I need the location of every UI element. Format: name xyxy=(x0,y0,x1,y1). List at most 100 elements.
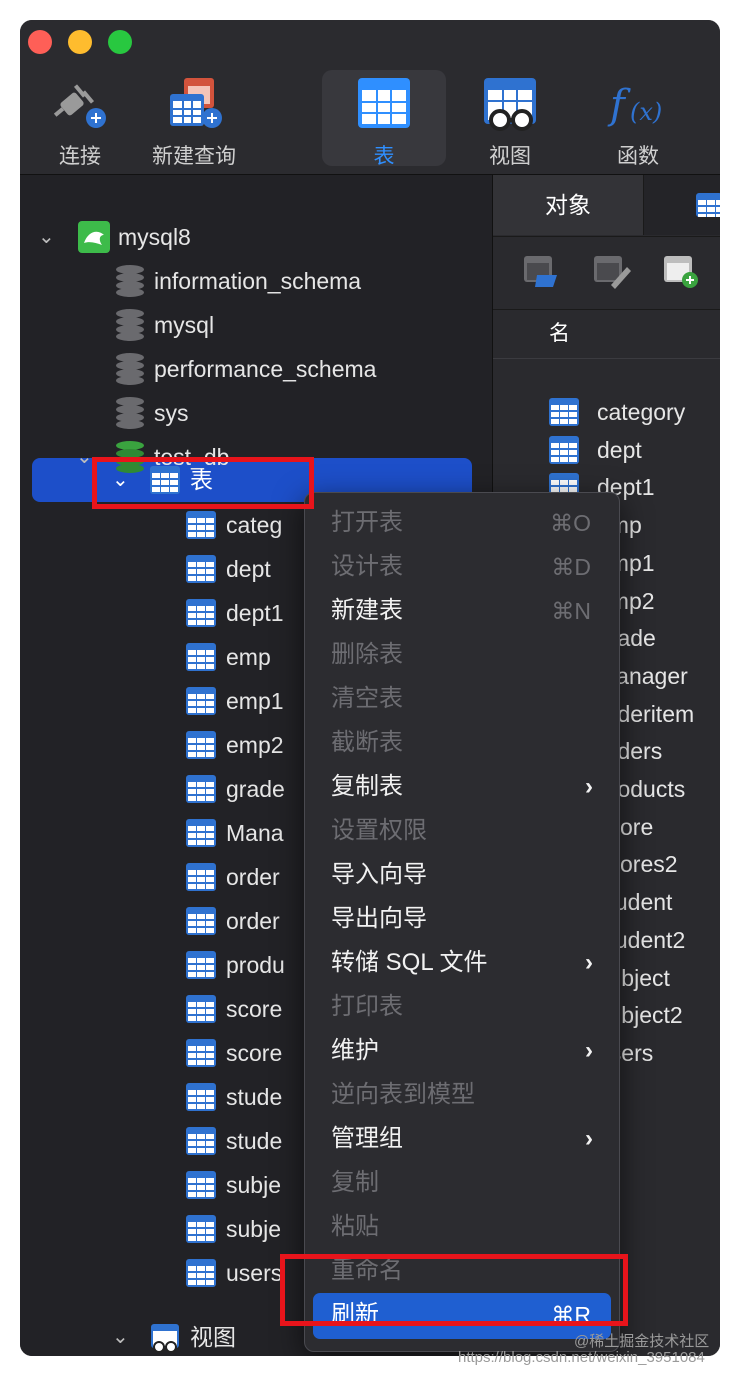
table-icon xyxy=(186,687,216,715)
menu-item[interactable]: 新建表 xyxy=(331,591,403,631)
tab-table-preview[interactable] xyxy=(644,175,720,235)
table-label: grade xyxy=(226,776,285,802)
chevron-right-icon: › xyxy=(585,1125,593,1152)
object-name: dept xyxy=(597,436,642,463)
menu-item: 粘贴 xyxy=(331,1213,379,1240)
database-icon xyxy=(116,353,144,385)
table-button[interactable]: 表 xyxy=(322,70,446,168)
chevron-down-icon: ⌄ xyxy=(76,446,93,468)
table-icon xyxy=(358,78,410,128)
open-table-icon[interactable] xyxy=(523,255,559,289)
menu-shortcut: ⌘O xyxy=(550,510,591,536)
table-icon xyxy=(186,555,216,583)
table-label: categ xyxy=(226,512,283,538)
menu-item: 删除表 xyxy=(331,641,403,668)
zoom-window-button[interactable] xyxy=(108,30,132,54)
database-icon xyxy=(116,265,144,297)
table-icon xyxy=(186,511,216,539)
view-button[interactable]: 视图 xyxy=(450,70,570,170)
menu-item[interactable]: 维护 xyxy=(331,1031,379,1071)
navicat-window: 连接 新建查询 表 视图 f (x) 函数 ⌄ mysql8 informati… xyxy=(20,20,720,1356)
minimize-window-button[interactable] xyxy=(68,30,92,54)
function-label: 函数 xyxy=(617,145,659,168)
mysql-connection-icon xyxy=(78,221,110,253)
object-name: category xyxy=(597,399,686,425)
table-icon xyxy=(549,435,579,464)
menu-item[interactable]: 复制表 xyxy=(331,767,403,807)
svg-text:f: f xyxy=(607,82,631,128)
connect-label: 连接 xyxy=(59,145,101,168)
chevron-right-icon: › xyxy=(585,773,593,800)
view-icon xyxy=(151,1324,179,1353)
table-icon xyxy=(186,643,216,671)
chevron-down-icon: ⌄ xyxy=(38,226,55,248)
table-label: order xyxy=(226,908,280,934)
table-icon xyxy=(186,995,216,1023)
view-label: 视图 xyxy=(489,145,531,168)
table-label: dept1 xyxy=(226,600,284,626)
table-icon xyxy=(186,1215,216,1243)
plug-icon xyxy=(53,84,106,128)
table-label: score xyxy=(226,996,283,1022)
connection-label: mysql8 xyxy=(118,224,191,250)
design-table-icon[interactable] xyxy=(593,255,633,289)
table-label: produ xyxy=(226,952,285,978)
table-label: stude xyxy=(226,1128,283,1154)
new-table-icon[interactable] xyxy=(663,255,699,289)
object-actions-bar xyxy=(493,236,720,310)
table-icon xyxy=(186,1039,216,1067)
table-icon xyxy=(186,907,216,935)
watermark-line1: @稀土掘金技术社区 xyxy=(574,1333,710,1350)
table-label: stude xyxy=(226,1084,283,1110)
database-label: sys xyxy=(154,400,189,426)
close-window-button[interactable] xyxy=(28,30,52,54)
table-icon xyxy=(186,1083,216,1111)
menu-shortcut: ⌘N xyxy=(551,598,591,624)
table-label: order xyxy=(226,864,280,890)
toolbar: 连接 新建查询 表 视图 f (x) 函数 xyxy=(20,20,720,175)
table-label: subje xyxy=(226,1172,281,1198)
column-header-name[interactable]: 名 xyxy=(493,309,720,359)
table-icon xyxy=(186,731,216,759)
database-icon xyxy=(116,397,144,429)
table-icon xyxy=(186,1171,216,1199)
context-menu: 打开表 ⌘O 设计表 ⌘D 新建表 ⌘N 删除表 清空表 截断表 复制表 › 设置权限 导入向导 导出向导… xyxy=(304,492,620,1352)
table-label: emp1 xyxy=(226,688,284,714)
menu-item[interactable]: 管理组 xyxy=(331,1119,403,1159)
chevron-down-icon: ⌄ xyxy=(112,1326,129,1348)
table-label: dept xyxy=(226,556,271,582)
menu-item[interactable]: 导出向导 xyxy=(331,899,427,939)
menu-item: 复制 xyxy=(331,1169,379,1196)
svg-text:(x): (x) xyxy=(630,98,662,126)
chevron-right-icon: › xyxy=(585,1037,593,1064)
tab-objects[interactable]: 对象 xyxy=(493,175,644,235)
table-label: subje xyxy=(226,1216,281,1242)
menu-item[interactable]: 导入向导 xyxy=(331,855,427,895)
table-icon xyxy=(186,863,216,891)
menu-item: 打开表 xyxy=(331,509,403,536)
database-label: performance_schema xyxy=(154,356,377,382)
table-icon xyxy=(696,193,720,217)
table-label: users xyxy=(226,1260,283,1286)
table-label: 表 xyxy=(373,145,395,168)
database-label: information_schema xyxy=(154,268,362,294)
connect-button[interactable]: 连接 xyxy=(20,70,140,170)
menu-item: 设计表 xyxy=(331,553,403,580)
database-label: mysql xyxy=(154,312,215,338)
table-icon xyxy=(186,819,216,847)
new-query-icon xyxy=(170,78,222,128)
new-query-button[interactable]: 新建查询 xyxy=(134,70,254,170)
menu-shortcut: ⌘D xyxy=(551,554,591,580)
menu-item[interactable]: 转储 SQL 文件 xyxy=(331,943,487,983)
table-icon xyxy=(186,775,216,803)
table-label: score xyxy=(226,1040,283,1066)
table-label: emp xyxy=(226,644,271,670)
function-icon: f (x) xyxy=(607,82,662,128)
menu-item: 逆向表到模型 xyxy=(331,1081,475,1108)
annotation-box-tables-group xyxy=(92,457,314,509)
function-button[interactable]: f (x) 函数 xyxy=(578,70,698,170)
table-icon xyxy=(186,599,216,627)
views-group-label: 视图 xyxy=(190,1324,236,1350)
menu-item: 打印表 xyxy=(331,993,403,1020)
table-icon xyxy=(186,951,216,979)
